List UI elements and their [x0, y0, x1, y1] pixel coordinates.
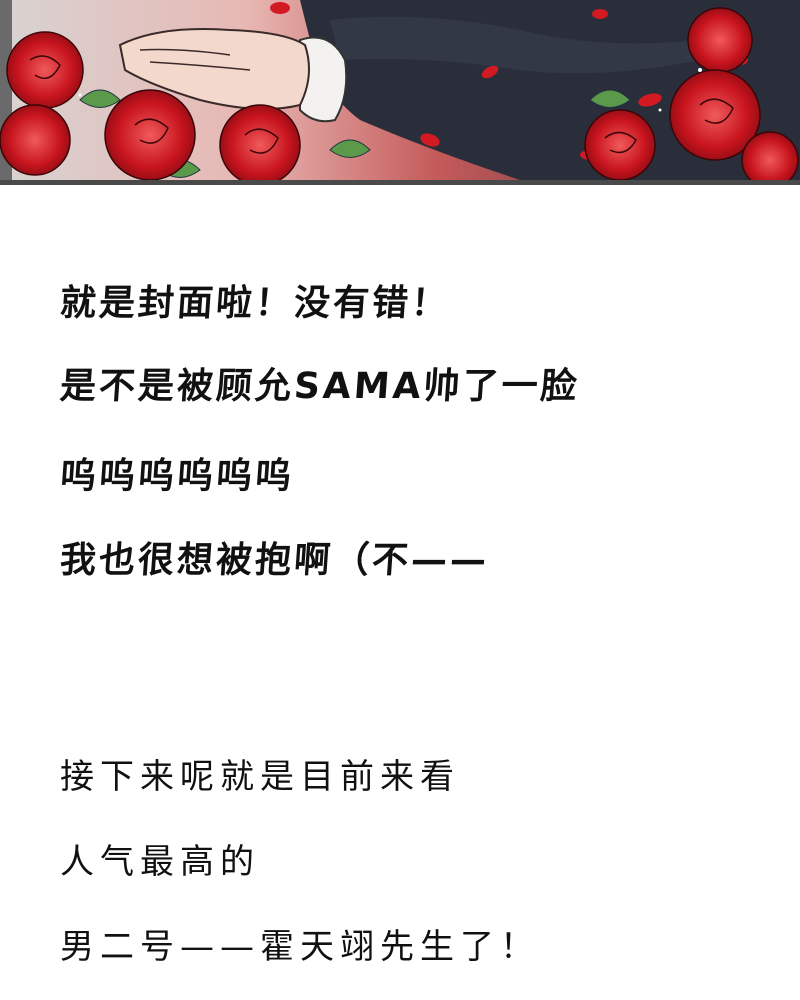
caption-line: 就是封面啦！没有错！: [58, 283, 452, 324]
caption-line: 男二号——霍天翊先生了！: [60, 927, 540, 967]
caption-line: 我也很想被抱啊（不——: [58, 540, 491, 581]
caption-line: 是不是被顾允SAMA帅了一脸: [58, 366, 581, 407]
comic-page: 就是封面啦！没有错！ 是不是被顾允SAMA帅了一脸 呜呜呜呜呜呜 我也很想被抱啊…: [0, 0, 800, 1000]
cover-illustration: [0, 0, 800, 185]
rose-illustration-image: [0, 0, 800, 185]
caption-line: 接下来呢就是目前来看: [60, 757, 460, 797]
caption-line: 呜呜呜呜呜呜: [58, 456, 296, 497]
caption-line: 人气最高的: [60, 842, 260, 882]
